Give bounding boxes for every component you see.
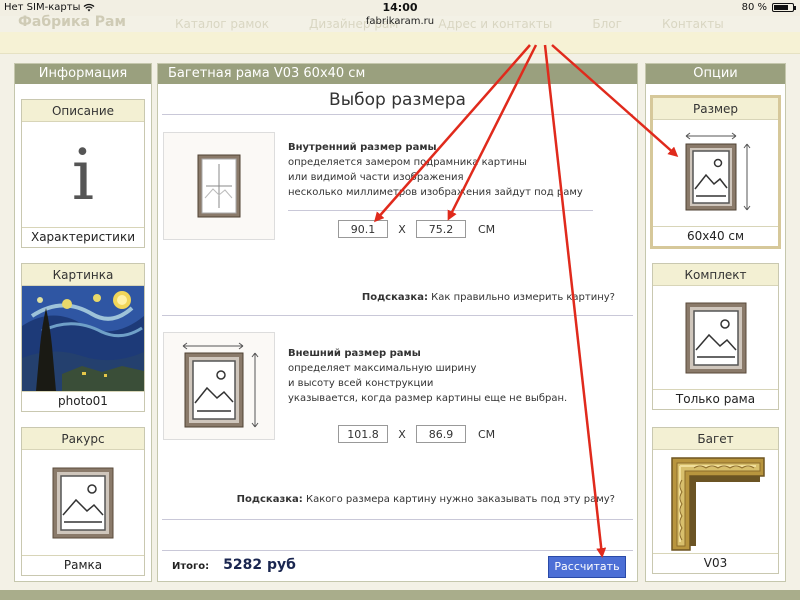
kit-option-card[interactable]: Комплект Только рама [652,263,779,410]
inner-size-hint[interactable]: Подсказка: Как правильно измерить картин… [362,292,615,303]
total-value: 5282 руб [223,557,296,573]
options-panel: Опции Размер 60х40 см Комплект Только ра… [645,63,786,582]
inner-size-separator: X [398,222,406,236]
molding-option-body [653,450,778,553]
url-text: fabrikaram.ru [365,16,435,27]
kit-option-title: Комплект [653,264,778,286]
frame-molding-icon [670,456,765,551]
view-card-label: Рамка [22,555,144,575]
starry-night-thumbnail [22,286,144,391]
outer-size-description: Внешний размер рамы определяет максималь… [288,346,567,406]
outer-size-line: и высоту всей конструкции [288,378,434,389]
info-icon: i [71,133,95,216]
kit-option-label: Только рама [653,389,778,409]
outer-size-heading: Внешний размер рамы [288,348,421,359]
header-strip [0,32,800,54]
footer-strip [0,590,800,600]
section-divider [162,519,633,520]
framed-picture-icon [52,467,114,538]
inner-size-unit: СМ [478,222,496,236]
outer-size-illustration [163,332,275,440]
battery-icon [772,3,796,12]
heading-divider [162,114,633,115]
outer-size-hint[interactable]: Подсказка: Какого размера картину нужно … [237,494,615,505]
description-card-title: Описание [22,100,144,122]
inner-size-heading: Внутренний размер рамы [288,142,437,153]
total-price: Итого: 5282 руб [172,557,296,573]
outer-size-unit: СМ [478,427,496,441]
molding-option-label: V03 [653,553,778,573]
molding-option-card[interactable]: Багет V03 [652,427,779,574]
product-title: Багетная рама V03 60х40 см [158,64,637,84]
section-divider [162,315,633,316]
picture-card[interactable]: Картинка photo01 [21,263,145,412]
size-option-body [653,120,778,226]
outer-size-inputs: X СМ [338,425,495,443]
view-card-body [22,450,144,555]
url-bar[interactable]: fabrikaram.ru [0,16,800,32]
kit-option-body [653,286,778,389]
size-panel: Багетная рама V03 60х40 см Выбор размера… [157,63,638,582]
outer-size-line: определяет максимальную ширину [288,363,477,374]
inner-size-illustration [163,132,275,240]
outer-size-line: указывается, когда размер картины еще не… [288,393,568,404]
inner-height-input[interactable] [416,220,466,238]
inner-hint-text: Как правильно измерить картину? [431,292,615,303]
view-card-title: Ракурс [22,428,144,450]
outer-height-input[interactable] [416,425,466,443]
info-panel: Информация Описание i Характеристики Кар… [14,63,152,582]
total-label: Итого: [172,561,210,572]
size-option-label: 60х40 см [653,226,778,246]
view-card[interactable]: Ракурс Рамка [21,427,145,576]
battery-fill [774,5,789,10]
framed-picture-icon [685,302,746,373]
picture-card-title: Картинка [22,264,144,286]
picture-card-body [22,286,144,391]
outer-size-frame-icon [182,342,259,428]
description-card-body: i [22,122,144,227]
outer-hint-text: Какого размера картину нужно заказывать … [305,494,615,505]
inner-size-line: или видимой части изображения [288,172,464,183]
size-heading: Выбор размера [329,90,466,110]
options-panel-title: Опции [646,64,785,84]
size-option-title: Размер [653,98,778,120]
inner-size-divider [288,210,593,211]
description-card[interactable]: Описание i Характеристики [21,99,145,248]
calculate-button[interactable]: Рассчитать [548,556,626,578]
picture-card-label: photo01 [22,391,144,411]
inner-width-input[interactable] [338,220,388,238]
inner-size-frame-icon [197,154,241,218]
footer-divider [162,550,633,551]
outer-width-input[interactable] [338,425,388,443]
description-card-label: Характеристики [22,227,144,247]
outer-hint-label: Подсказка: [236,494,303,505]
inner-size-inputs: X СМ [338,220,495,238]
molding-option-title: Багет [653,428,778,450]
size-option-card[interactable]: Размер 60х40 см [650,95,781,249]
size-frame-icon [685,132,750,211]
inner-size-line: несколько миллиметров изображения зайдут… [288,187,583,198]
inner-size-description: Внутренний размер рамы определяется заме… [288,140,583,200]
inner-hint-label: Подсказка: [361,292,428,303]
info-panel-title: Информация [15,64,151,84]
inner-size-line: определяется замером подрамника картины [288,157,527,168]
outer-size-separator: X [398,427,406,441]
